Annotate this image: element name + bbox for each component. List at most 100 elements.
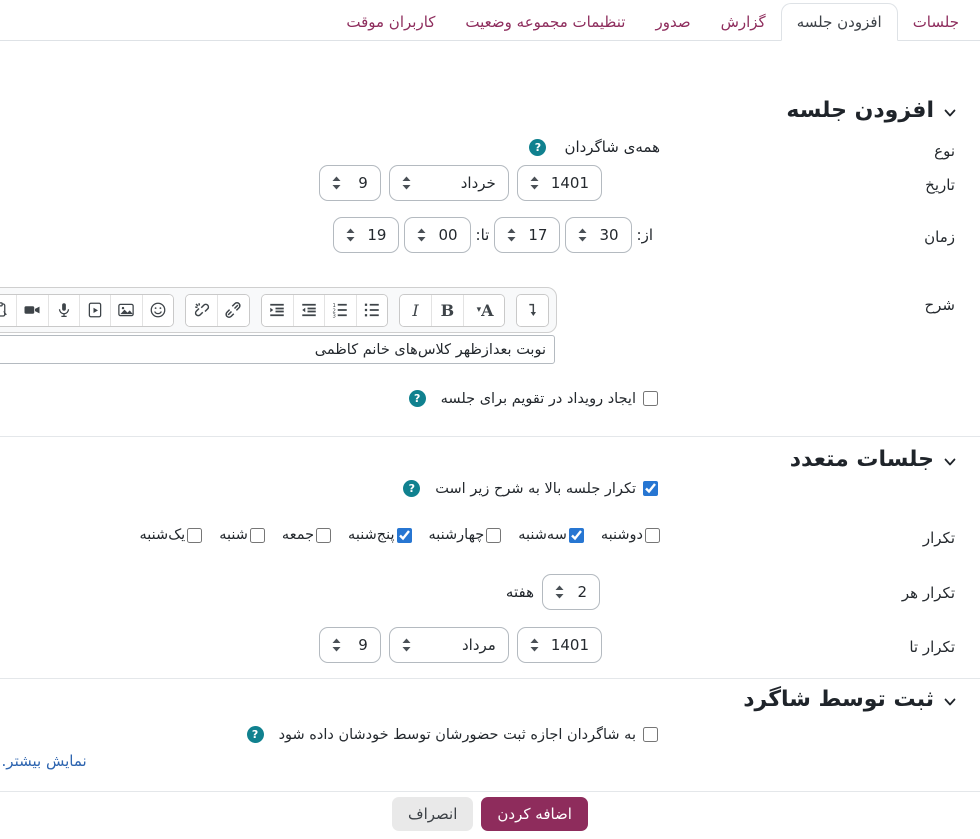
until-month-value: مرداد bbox=[462, 636, 496, 654]
section-title-add-session: افزودن جلسه bbox=[786, 98, 934, 123]
video-camera-icon[interactable] bbox=[16, 295, 47, 326]
time-from-minute-value: 30 bbox=[599, 226, 618, 244]
weekday-checkbox[interactable] bbox=[187, 528, 202, 543]
repeat-every-unit: هفته bbox=[506, 583, 534, 601]
help-icon[interactable]: ? bbox=[247, 726, 264, 743]
tab-add-session[interactable]: افزودن جلسه bbox=[781, 3, 898, 41]
student-self-record-checkbox[interactable] bbox=[643, 727, 658, 742]
weekday-checkbox[interactable] bbox=[250, 528, 265, 543]
weekday-checkbox[interactable] bbox=[569, 528, 584, 543]
description-label: شرح bbox=[924, 296, 955, 314]
outdent-icon[interactable] bbox=[293, 295, 324, 326]
until-day-value: 9 bbox=[358, 636, 368, 654]
spinner-arrows-icon bbox=[417, 228, 426, 242]
repeat-every-label: تکرار هر bbox=[902, 584, 955, 602]
spinner-arrows-icon bbox=[346, 228, 355, 242]
weekday-checkbox[interactable] bbox=[397, 528, 412, 543]
spinner-arrows-icon bbox=[555, 585, 564, 599]
italic-button[interactable]: I bbox=[400, 295, 431, 326]
description-text: نوبت بعدازظهر کلاس‌های خانم کاظمی bbox=[315, 342, 546, 358]
section-title-student-recording: ثبت توسط شاگرد bbox=[743, 687, 934, 712]
link-icon[interactable] bbox=[217, 295, 248, 326]
weekday-label: سه‌شنبه bbox=[518, 527, 567, 543]
chevron-down-icon bbox=[943, 695, 957, 709]
spinner-arrows-icon bbox=[332, 176, 341, 190]
section-heading-student-recording[interactable]: ثبت توسط شاگرد bbox=[743, 687, 957, 712]
bold-button[interactable]: B bbox=[431, 295, 462, 326]
link-button-group bbox=[185, 294, 250, 327]
weekday-label: جمعه bbox=[282, 527, 314, 543]
date-year-value: 1401 bbox=[551, 174, 589, 192]
time-to-hour-select[interactable]: 19 bbox=[333, 217, 399, 253]
indent-icon[interactable] bbox=[262, 295, 293, 326]
section-heading-multiple-sessions[interactable]: جلسات متعدد bbox=[790, 447, 957, 472]
show-more-link[interactable]: نمایش بیشتر... bbox=[0, 752, 87, 770]
image-icon[interactable] bbox=[110, 295, 141, 326]
time-from-hour-select[interactable]: 17 bbox=[494, 217, 560, 253]
form-actions: اضافه کردن انصراف bbox=[0, 797, 980, 831]
time-to-minute-select[interactable]: 00 bbox=[404, 217, 470, 253]
help-icon[interactable]: ? bbox=[403, 480, 420, 497]
weekday-label: دوشنبه bbox=[601, 527, 643, 543]
weekday-checkbox[interactable] bbox=[316, 528, 331, 543]
weekday-saturday: شنبه bbox=[219, 527, 265, 543]
until-month-select[interactable]: مرداد bbox=[389, 627, 509, 663]
ordered-list-icon[interactable]: 123 bbox=[324, 295, 355, 326]
help-icon[interactable]: ? bbox=[409, 390, 426, 407]
microphone-icon[interactable] bbox=[48, 295, 79, 326]
cancel-button[interactable]: انصراف bbox=[392, 797, 473, 831]
date-year-select[interactable]: 1401 bbox=[517, 165, 602, 201]
clipboard-icon[interactable] bbox=[0, 295, 16, 326]
calendar-event-checkbox[interactable] bbox=[643, 391, 658, 406]
unlink-icon[interactable] bbox=[186, 295, 217, 326]
chevron-down-icon bbox=[943, 106, 957, 120]
format-button-group: I B ▾ A bbox=[399, 294, 505, 327]
time-to-label: تا: bbox=[476, 226, 490, 244]
time-from-label: از: bbox=[637, 226, 653, 244]
repeat-session-checkbox[interactable] bbox=[643, 481, 658, 496]
weekday-friday: جمعه bbox=[282, 527, 331, 543]
emoticon-icon[interactable] bbox=[142, 295, 173, 326]
repeat-every-value: 2 bbox=[577, 583, 587, 601]
time-row: از: 30 17 تا: 00 19 bbox=[333, 217, 653, 253]
weekday-thursday: پنج‌شنبه bbox=[348, 527, 411, 543]
weekday-label: شنبه bbox=[219, 527, 248, 543]
section-heading-add-session[interactable]: افزودن جلسه bbox=[786, 98, 957, 123]
spinner-arrows-icon bbox=[402, 176, 411, 190]
description-input[interactable]: نوبت بعدازظهر کلاس‌های خانم کاظمی bbox=[0, 335, 555, 364]
until-day-select[interactable]: 9 bbox=[319, 627, 381, 663]
weekday-wednesday: چهارشنبه bbox=[429, 527, 502, 543]
font-style-select-button[interactable]: ▾ A bbox=[463, 295, 504, 326]
date-day-select[interactable]: 9 bbox=[319, 165, 381, 201]
time-from-minute-select[interactable]: 30 bbox=[565, 217, 631, 253]
tab-export[interactable]: صدور bbox=[640, 4, 705, 40]
tab-status-set-settings[interactable]: تنظیمات مجموعه وضعیت bbox=[450, 4, 640, 40]
media-button-group bbox=[0, 294, 174, 327]
time-from-hour-value: 17 bbox=[528, 226, 547, 244]
repeat-every-select[interactable]: 2 bbox=[542, 574, 600, 610]
until-year-select[interactable]: 1401 bbox=[517, 627, 602, 663]
student-self-record-label: به شاگردان اجازه ثبت حضورشان توسط خودشان… bbox=[279, 727, 636, 743]
unordered-list-icon[interactable] bbox=[356, 295, 387, 326]
tab-report[interactable]: گزارش bbox=[706, 4, 781, 40]
type-row: همه‌ی شاگردان ? bbox=[529, 138, 660, 156]
collapse-toolbar-icon[interactable] bbox=[517, 295, 548, 326]
media-file-icon[interactable] bbox=[79, 295, 110, 326]
section-divider bbox=[0, 436, 980, 437]
calendar-event-label: ایجاد رویداد در تقویم برای جلسه bbox=[441, 391, 636, 407]
footer-divider bbox=[0, 791, 980, 792]
weekday-sunday: یک‌شنبه bbox=[140, 527, 203, 543]
add-button[interactable]: اضافه کردن bbox=[481, 797, 588, 831]
spinner-arrows-icon bbox=[507, 228, 516, 242]
tab-temporary-users[interactable]: کاربران موقت bbox=[331, 4, 450, 40]
collapse-button-group bbox=[516, 294, 549, 327]
help-icon[interactable]: ? bbox=[529, 139, 546, 156]
tab-sessions[interactable]: جلسات bbox=[898, 4, 974, 40]
spinner-arrows-icon bbox=[530, 176, 539, 190]
weekday-checkbox[interactable] bbox=[486, 528, 501, 543]
date-month-select[interactable]: خرداد bbox=[389, 165, 509, 201]
until-year-value: 1401 bbox=[551, 636, 589, 654]
weekday-tuesday: سه‌شنبه bbox=[518, 527, 584, 543]
weekday-checkbox[interactable] bbox=[645, 528, 660, 543]
svg-text:3: 3 bbox=[333, 314, 336, 320]
